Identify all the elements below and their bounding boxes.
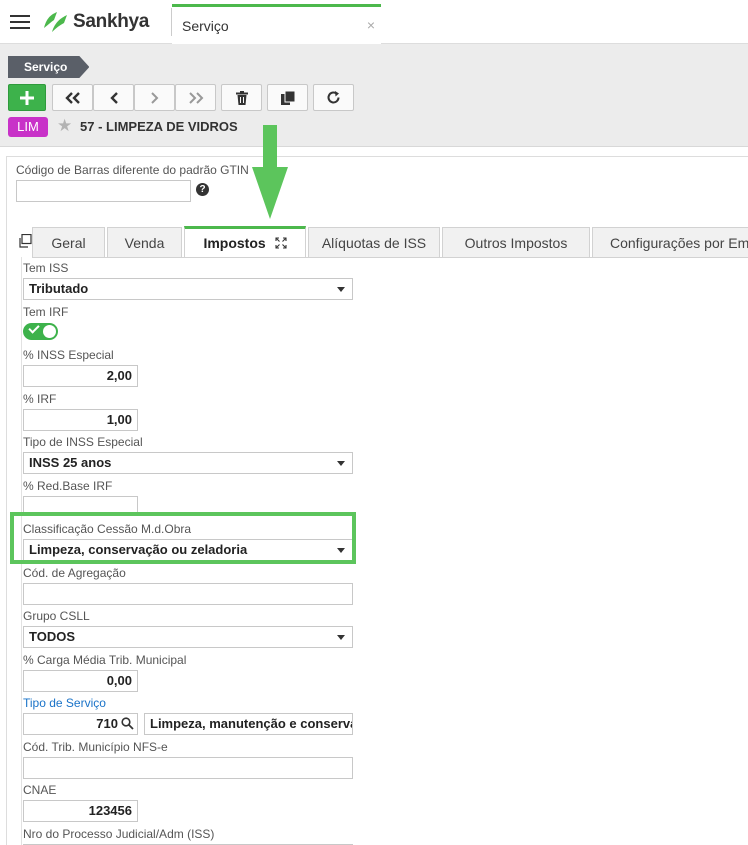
tab-aliquotas-iss[interactable]: Alíquotas de ISS	[308, 227, 440, 257]
first-record-button[interactable]	[52, 84, 93, 111]
tem-iss-label: Tem ISS	[23, 261, 69, 275]
cod-agregacao-input[interactable]	[23, 583, 353, 605]
tab-label: Serviço	[182, 18, 229, 34]
sankhya-logo: Sankhya	[41, 10, 149, 34]
tab-configuracoes[interactable]: Configurações por Em	[592, 227, 748, 257]
tipo-servico-description[interactable]: Limpeza, manutenção e conserva	[144, 713, 353, 735]
record-header: Serviço LIM ★ 57 - LIMPEZA DE VIDROS	[0, 44, 748, 147]
help-icon[interactable]: ?	[196, 183, 209, 196]
plus-icon	[20, 90, 34, 105]
cod-trib-label: Cód. Trib. Município NFS-e	[23, 740, 168, 754]
add-button[interactable]	[8, 84, 46, 111]
tipo-inss-label: Tipo de INSS Especial	[23, 435, 143, 449]
carga-media-input[interactable]: 0,00	[23, 670, 138, 692]
last-record-button[interactable]	[175, 84, 216, 111]
menu-icon[interactable]	[10, 15, 30, 30]
barcode-label: Código de Barras diferente do padrão GTI…	[16, 163, 249, 177]
tab-impostos[interactable]: Impostos	[184, 226, 306, 258]
refresh-icon	[327, 91, 340, 104]
red-base-irf-input[interactable]	[23, 496, 138, 512]
cnae-input[interactable]: 123456	[23, 800, 138, 822]
expand-icon[interactable]	[275, 237, 287, 249]
form-content: Código de Barras diferente do padrão GTI…	[0, 148, 748, 845]
record-title: 57 - LIMPEZA DE VIDROS	[80, 119, 238, 134]
barcode-input[interactable]	[16, 180, 191, 202]
cnae-label: CNAE	[23, 783, 57, 797]
tab-servico[interactable]: Serviço ×	[172, 4, 381, 44]
duplicate-tab-icon[interactable]	[18, 234, 32, 248]
inss-especial-label: % INSS Especial	[23, 348, 114, 362]
tab-outros-impostos[interactable]: Outros Impostos	[442, 227, 590, 257]
tab-venda[interactable]: Venda	[107, 227, 182, 257]
refresh-button[interactable]	[313, 84, 354, 111]
grupo-csll-select[interactable]: TODOS	[23, 626, 353, 648]
highlight-box	[10, 512, 356, 564]
trash-icon	[235, 90, 248, 105]
double-chevron-right-icon	[188, 91, 203, 104]
copy-icon	[280, 90, 295, 105]
tab-geral[interactable]: Geral	[32, 227, 105, 257]
irf-label: % IRF	[23, 392, 57, 406]
duplicate-button[interactable]	[267, 84, 308, 111]
cod-trib-input[interactable]	[23, 757, 353, 779]
next-record-button[interactable]	[134, 84, 175, 111]
previous-record-button[interactable]	[93, 84, 134, 111]
close-icon[interactable]: ×	[367, 17, 375, 33]
tem-irf-label: Tem IRF	[23, 305, 69, 319]
double-chevron-left-icon	[64, 91, 80, 104]
inss-especial-input[interactable]: 2,00	[23, 365, 138, 387]
sankhya-logo-mark	[44, 12, 67, 32]
brand-name: Sankhya	[73, 11, 150, 32]
chevron-right-icon	[150, 91, 158, 104]
delete-button[interactable]	[221, 84, 262, 111]
red-base-irf-label: % Red.Base IRF	[23, 479, 113, 493]
tipo-servico-link[interactable]: Tipo de Serviço	[23, 696, 106, 710]
carga-media-label: % Carga Média Trib. Municipal	[23, 653, 187, 667]
cod-agregacao-label: Cód. de Agregação	[23, 566, 126, 580]
tem-iss-select[interactable]: Tributado	[23, 278, 353, 300]
favorite-star-icon[interactable]: ★	[57, 116, 72, 136]
top-bar: Sankhya Serviço ×	[0, 0, 748, 44]
irf-input[interactable]: 1,00	[23, 409, 138, 431]
form-card: Código de Barras diferente do padrão GTI…	[6, 156, 748, 845]
tem-irf-toggle[interactable]	[23, 322, 58, 340]
tab-divider	[32, 257, 748, 258]
breadcrumb[interactable]: Serviço	[8, 56, 89, 78]
grupo-csll-label: Grupo CSLL	[23, 609, 90, 623]
search-icon[interactable]	[121, 717, 134, 730]
tab-impostos-label: Impostos	[203, 235, 266, 251]
chevron-left-icon	[109, 91, 118, 104]
down-arrow-icon	[252, 125, 288, 219]
nro-processo-label: Nro do Processo Judicial/Adm (ISS)	[23, 827, 215, 841]
tipo-inss-select[interactable]: INSS 25 anos	[23, 452, 353, 474]
record-badge: LIM	[8, 117, 48, 137]
